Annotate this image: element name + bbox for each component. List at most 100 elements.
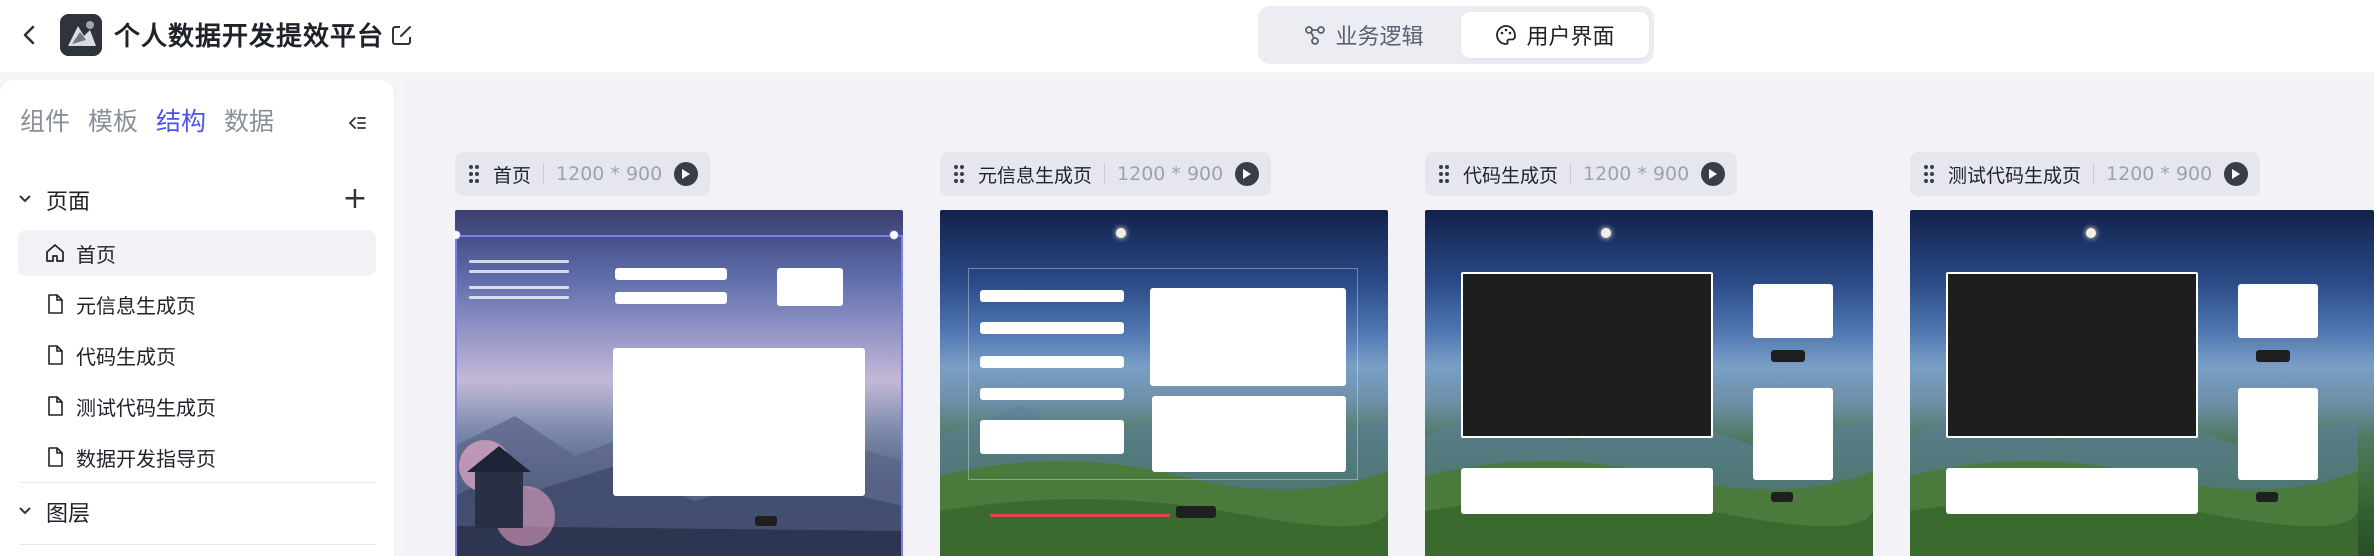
tab-templates[interactable]: 模板 bbox=[88, 102, 138, 142]
drag-handle-icon[interactable] bbox=[1922, 163, 1936, 185]
play-icon[interactable] bbox=[674, 162, 699, 186]
divider bbox=[20, 482, 375, 483]
preview-code-editor bbox=[1461, 272, 1713, 438]
play-icon[interactable] bbox=[1235, 162, 1260, 186]
play-icon[interactable] bbox=[1701, 162, 1726, 186]
frame-label-meta-gen[interactable]: 元信息生成页 1200 * 900 bbox=[940, 152, 1272, 196]
preview-input bbox=[980, 290, 1124, 302]
design-canvas[interactable]: 首页 1200 * 900 元信息生成页 1200 * 900 代码生成页 12… bbox=[405, 80, 2374, 556]
preview-input bbox=[615, 268, 727, 280]
moon-decoration bbox=[1116, 228, 1126, 238]
preview-textarea bbox=[1753, 388, 1833, 480]
preview-textarea bbox=[2238, 284, 2318, 338]
tab-structure[interactable]: 结构 bbox=[156, 102, 206, 142]
drag-handle-icon[interactable] bbox=[1437, 163, 1451, 185]
preview-textarea bbox=[1946, 468, 2198, 514]
frame-label-test-code-gen[interactable]: 测试代码生成页 1200 * 900 bbox=[1910, 152, 2261, 196]
home-icon bbox=[46, 244, 64, 262]
left-panel: 组件 模板 结构 数据 页面 + 首页 元信息生成页 代码生成页 测试代码生成页 bbox=[0, 80, 395, 556]
tab-user-interface[interactable]: 用户界面 bbox=[1461, 12, 1649, 58]
page-item-home[interactable]: 首页 bbox=[18, 230, 376, 276]
frame-preview-code-gen[interactable] bbox=[1425, 210, 1873, 556]
frame-name: 测试代码生成页 bbox=[1948, 164, 2082, 187]
drag-handle-icon[interactable] bbox=[952, 163, 966, 185]
separator bbox=[1104, 163, 1106, 185]
error-text-line bbox=[1090, 514, 1170, 517]
preview-button bbox=[1771, 492, 1793, 502]
preview-code-editor bbox=[1946, 272, 2198, 438]
preview-textarea bbox=[1150, 288, 1346, 386]
frame-preview-home[interactable] bbox=[455, 210, 903, 556]
frame-label-home[interactable]: 首页 1200 * 900 bbox=[455, 152, 711, 196]
frame-name: 元信息生成页 bbox=[978, 164, 1093, 187]
mode-switch: 业务逻辑 用户界面 bbox=[1258, 6, 1654, 64]
file-icon bbox=[48, 345, 63, 365]
frame-label-code-gen[interactable]: 代码生成页 1200 * 900 bbox=[1425, 152, 1738, 196]
preview-input bbox=[980, 322, 1124, 334]
text-line bbox=[469, 296, 569, 299]
preview-button bbox=[2256, 350, 2290, 362]
preview-button bbox=[2256, 492, 2278, 502]
pages-section-header[interactable]: 页面 + bbox=[18, 182, 370, 218]
frame-size: 1200 * 900 bbox=[1583, 163, 1690, 185]
frame-size: 1200 * 900 bbox=[1117, 163, 1224, 185]
file-icon bbox=[48, 294, 63, 314]
separator bbox=[2093, 163, 2095, 185]
back-arrow-icon[interactable] bbox=[18, 20, 42, 50]
file-icon bbox=[48, 396, 63, 416]
separator bbox=[1570, 163, 1572, 185]
play-icon[interactable] bbox=[2224, 162, 2249, 186]
preview-input bbox=[980, 388, 1124, 400]
preview-input bbox=[980, 356, 1124, 368]
moon-decoration bbox=[1601, 228, 1611, 238]
preview-textarea bbox=[1461, 468, 1713, 514]
divider bbox=[20, 544, 375, 545]
chevron-down-icon bbox=[18, 504, 34, 520]
drag-handle-icon[interactable] bbox=[467, 163, 481, 185]
page-item-code-gen[interactable]: 代码生成页 bbox=[18, 332, 376, 378]
preview-textarea bbox=[1152, 396, 1346, 472]
preview-textarea bbox=[613, 348, 865, 496]
resize-handle[interactable] bbox=[889, 230, 899, 240]
error-text-line bbox=[990, 514, 1100, 517]
palette-icon bbox=[1496, 25, 1517, 45]
tab-data[interactable]: 数据 bbox=[224, 102, 274, 142]
preview-textarea bbox=[1753, 284, 1833, 338]
page-item-meta-gen[interactable]: 元信息生成页 bbox=[18, 281, 376, 327]
moon-decoration bbox=[2086, 228, 2096, 238]
frame-size: 1200 * 900 bbox=[2106, 163, 2213, 185]
frame-name: 代码生成页 bbox=[1463, 164, 1559, 187]
frame-preview-test-code-gen[interactable] bbox=[1910, 210, 2374, 556]
collapse-panel-icon[interactable] bbox=[346, 112, 368, 134]
panel-tabs: 组件 模板 结构 数据 bbox=[20, 102, 274, 142]
preview-button bbox=[1771, 350, 1805, 362]
page-list: 首页 元信息生成页 代码生成页 测试代码生成页 数据开发指导页 bbox=[18, 230, 376, 485]
preview-button bbox=[755, 516, 777, 526]
file-icon bbox=[48, 447, 63, 467]
tab-components[interactable]: 组件 bbox=[20, 102, 70, 142]
edit-icon[interactable] bbox=[388, 21, 416, 49]
frame-preview-meta-gen[interactable] bbox=[940, 210, 1388, 556]
preview-textarea bbox=[2238, 388, 2318, 480]
preview-button bbox=[1176, 506, 1216, 518]
separator bbox=[543, 163, 545, 185]
tab-business-logic[interactable]: 业务逻辑 bbox=[1266, 12, 1462, 58]
layers-section-header[interactable]: 图层 bbox=[18, 494, 370, 530]
layers-section-label: 图层 bbox=[46, 502, 91, 527]
preview-input bbox=[615, 292, 727, 304]
frame-name: 首页 bbox=[493, 164, 532, 187]
app-logo bbox=[60, 14, 102, 56]
add-page-button[interactable]: + bbox=[340, 182, 370, 218]
chevron-down-icon bbox=[18, 192, 34, 208]
text-line bbox=[469, 260, 569, 263]
top-bar: 个人数据开发提效平台 业务逻辑 用户界面 bbox=[0, 0, 2374, 72]
preview-textarea bbox=[980, 420, 1124, 454]
text-line bbox=[469, 286, 569, 289]
app-title: 个人数据开发提效平台 bbox=[114, 22, 385, 52]
text-line bbox=[469, 270, 569, 273]
preview-upload-box bbox=[777, 268, 843, 306]
flow-icon bbox=[1305, 26, 1326, 45]
pages-section-label: 页面 bbox=[46, 190, 91, 215]
page-item-dev-guide[interactable]: 数据开发指导页 bbox=[18, 434, 376, 480]
page-item-test-code-gen[interactable]: 测试代码生成页 bbox=[18, 383, 376, 429]
